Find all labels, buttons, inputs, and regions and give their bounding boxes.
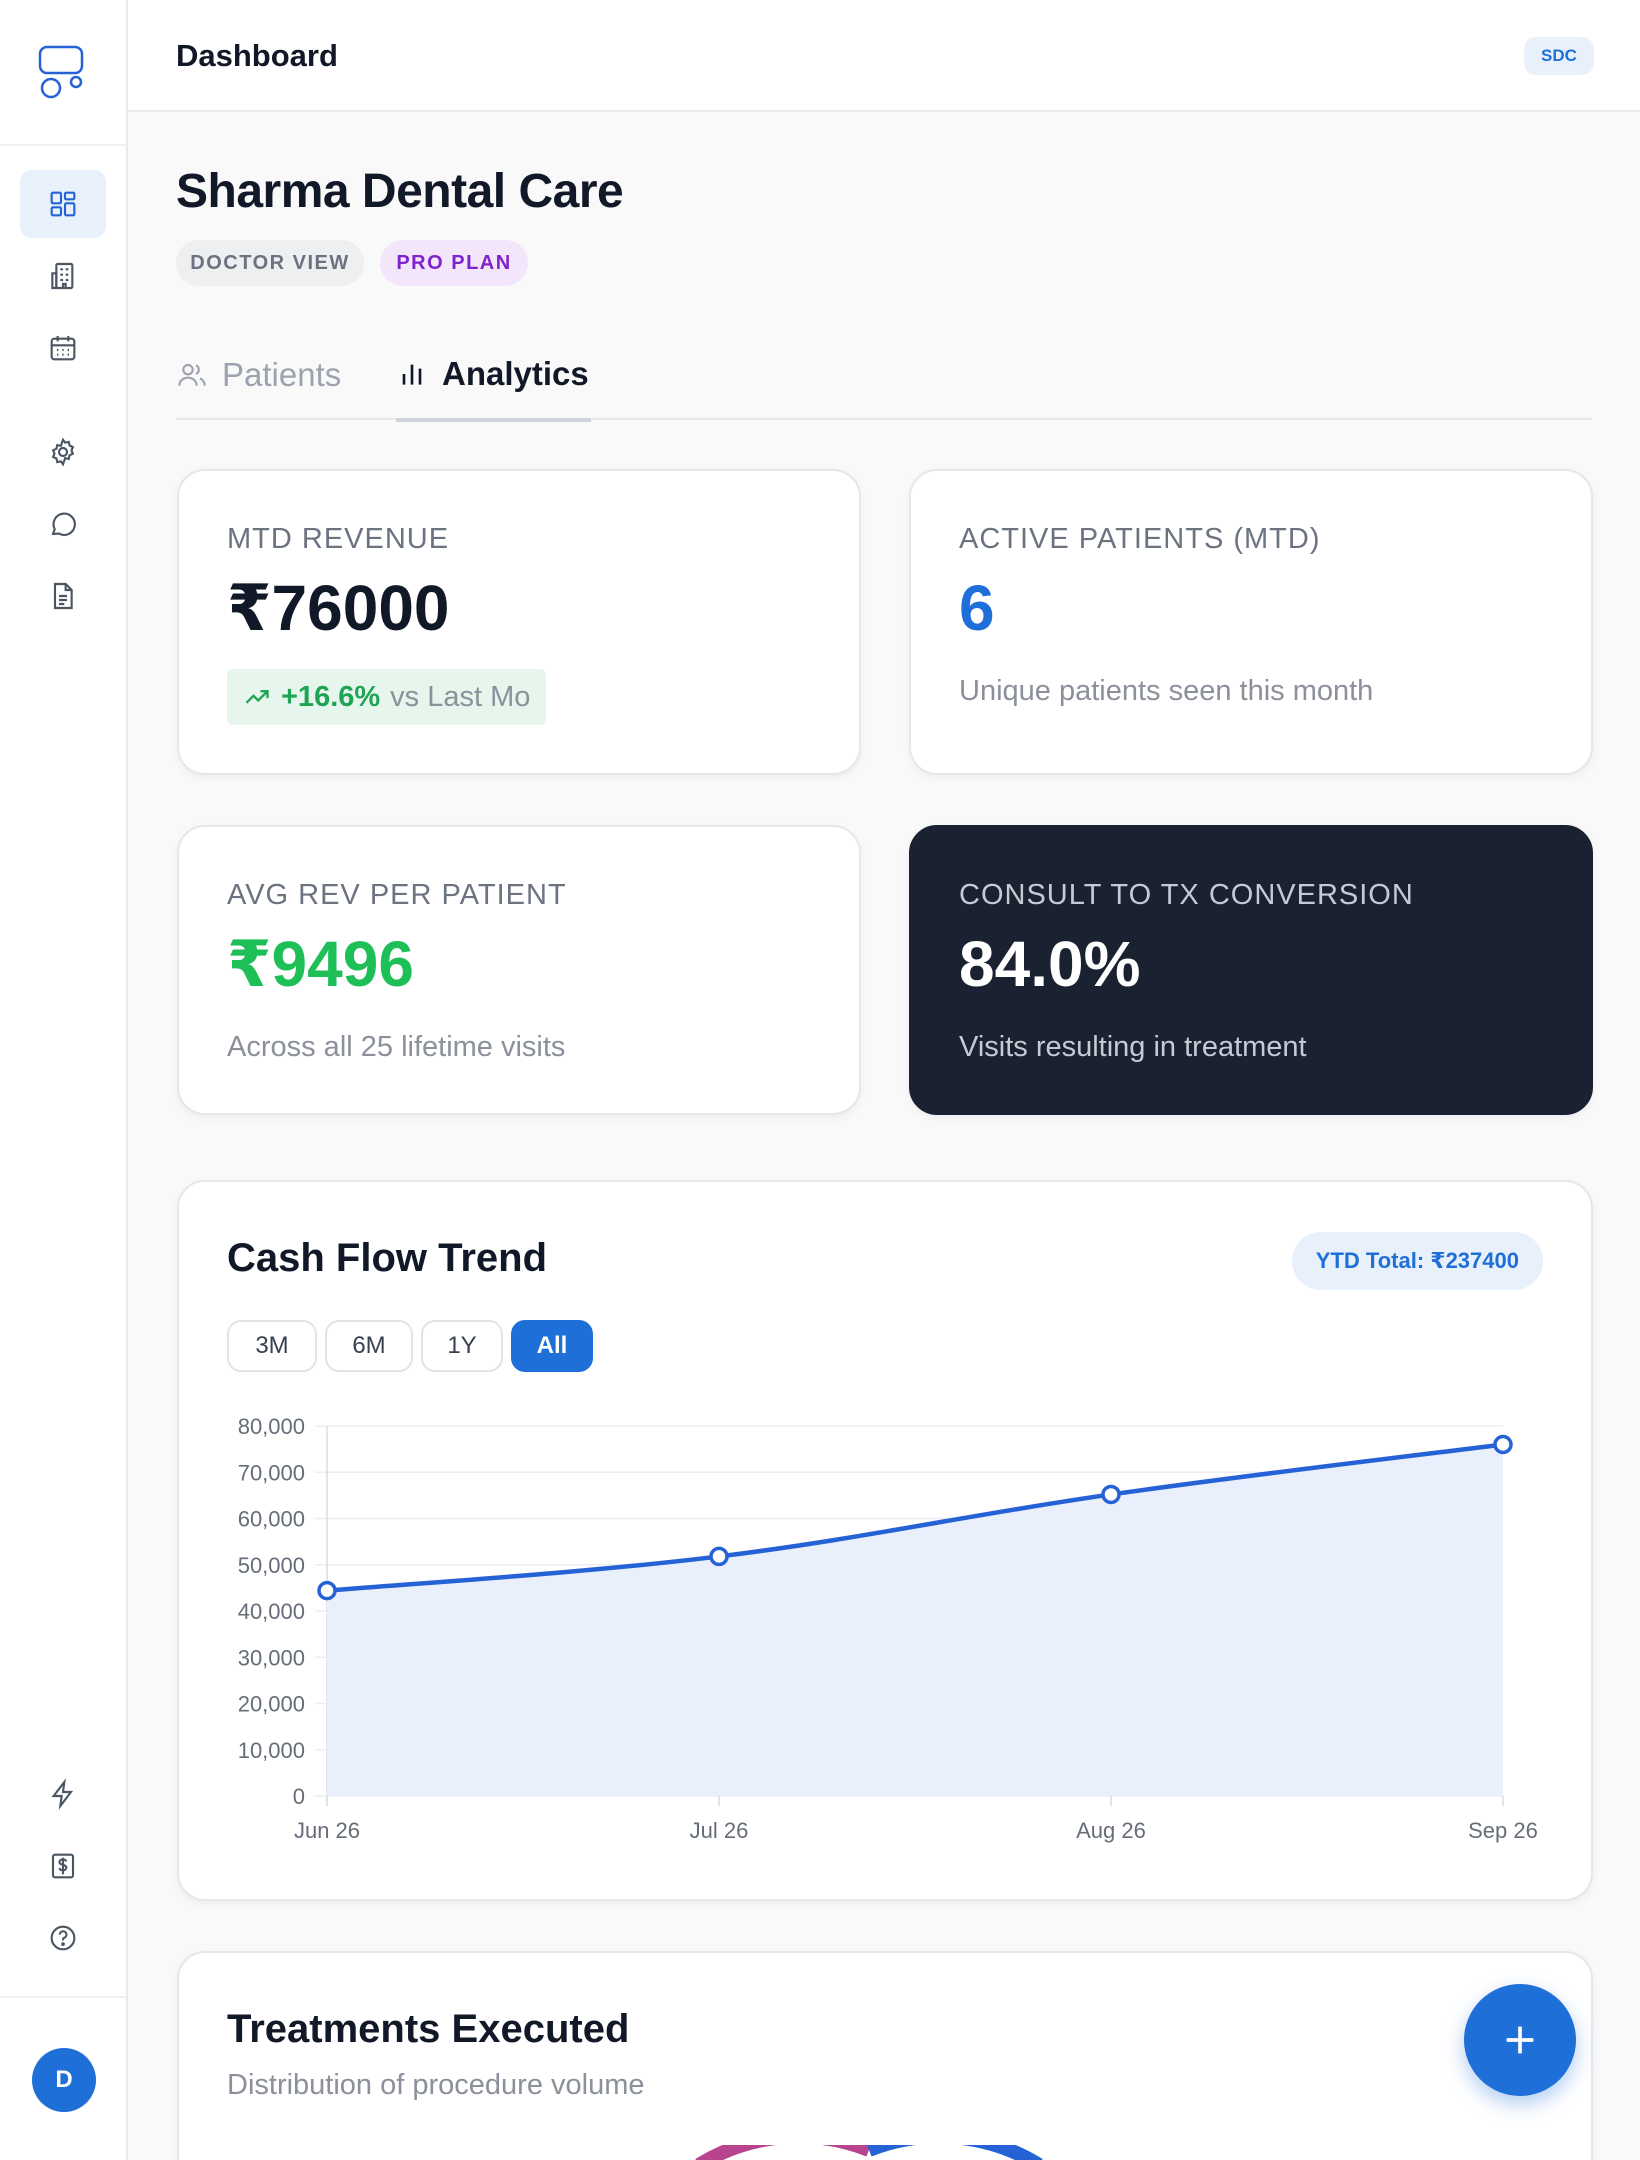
sidebar-item-reports[interactable] bbox=[20, 562, 106, 630]
kpi-label: AVG REV PER PATIENT bbox=[227, 879, 567, 911]
sidebar-item-messages[interactable] bbox=[20, 490, 106, 558]
sidebar-item-automations[interactable] bbox=[20, 1760, 106, 1828]
y-tick-label: 20,000 bbox=[238, 1692, 305, 1717]
page-title: Sharma Dental Care bbox=[176, 165, 624, 218]
billing-icon bbox=[51, 1853, 75, 1879]
x-tick-label: Aug 26 bbox=[1076, 1818, 1146, 1843]
lightning-icon bbox=[51, 1778, 74, 1810]
kpi-card-active-patients: ACTIVE PATIENTS (MTD) 6 Unique patients … bbox=[909, 469, 1593, 775]
y-tick-label: 60,000 bbox=[238, 1507, 305, 1532]
sidebar-item-calendar[interactable] bbox=[20, 314, 106, 382]
gear-icon bbox=[51, 437, 75, 467]
plan-pill: PRO PLAN bbox=[380, 240, 528, 286]
plus-icon bbox=[1506, 2026, 1534, 2054]
sidebar-item-settings[interactable] bbox=[20, 418, 106, 486]
y-tick-label: 40,000 bbox=[238, 1599, 305, 1624]
y-tick-label: 30,000 bbox=[238, 1645, 305, 1670]
y-tick-label: 50,000 bbox=[238, 1553, 305, 1578]
cashflow-card: Cash Flow Trend YTD Total: ₹237400 3M 6M… bbox=[177, 1180, 1593, 1901]
kpi-value: ₹9496 bbox=[227, 928, 414, 1000]
view-pill: DOCTOR VIEW bbox=[176, 240, 364, 286]
bar-chart-icon bbox=[402, 364, 422, 385]
users-icon bbox=[178, 363, 206, 386]
data-point bbox=[709, 1546, 729, 1567]
trending-up-icon bbox=[245, 690, 269, 704]
treatments-subtitle: Distribution of procedure volume bbox=[227, 2069, 645, 2101]
help-icon bbox=[50, 1925, 76, 1951]
kpi-card-avg-revenue: AVG REV PER PATIENT ₹9496 Across all 25 … bbox=[177, 825, 861, 1115]
treatments-title: Treatments Executed bbox=[227, 2007, 630, 2051]
data-point bbox=[317, 1580, 337, 1601]
building-icon bbox=[51, 262, 74, 290]
chat-icon bbox=[51, 512, 76, 537]
org-badge[interactable]: SDC bbox=[1524, 37, 1594, 75]
treatments-donut-chart bbox=[695, 2145, 1043, 2160]
kpi-subtext: Across all 25 lifetime visits bbox=[227, 1031, 566, 1063]
data-point bbox=[1101, 1484, 1121, 1505]
y-tick-label: 10,000 bbox=[238, 1738, 305, 1763]
series-area bbox=[327, 1444, 1503, 1796]
sidebar-footer: D bbox=[0, 1996, 126, 2160]
sidebar-item-dashboard[interactable] bbox=[20, 170, 106, 238]
sidebar: D bbox=[0, 0, 128, 2160]
kpi-card-revenue: MTD REVENUE ₹76000 +16.6% vs Last Mo bbox=[177, 469, 861, 775]
kpi-value: ₹76000 bbox=[227, 572, 450, 644]
trend-text: vs Last Mo bbox=[390, 680, 531, 713]
kpi-subtext: Visits resulting in treatment bbox=[959, 1031, 1307, 1063]
y-axis-ticks: 0 10,000 20,000 30,000 40,000 50,000 60,000 70,… bbox=[238, 1414, 305, 1809]
kpi-value: 6 bbox=[959, 572, 995, 644]
y-tick-label: 80,000 bbox=[238, 1414, 305, 1439]
kpi-card-conversion: CONSULT TO TX CONVERSION 84.0% Visits re… bbox=[909, 825, 1593, 1115]
avatar[interactable]: D bbox=[32, 2048, 96, 2112]
sidebar-item-help[interactable] bbox=[20, 1904, 106, 1972]
y-tick-label: 0 bbox=[293, 1784, 305, 1809]
trend-percent: +16.6% bbox=[281, 680, 381, 713]
logo-icon bbox=[38, 45, 84, 99]
x-tick-label: Sep 26 bbox=[1468, 1818, 1538, 1843]
document-icon bbox=[53, 582, 73, 610]
kpi-label: MTD REVENUE bbox=[227, 523, 450, 555]
data-point bbox=[1493, 1434, 1513, 1455]
kpi-value: 84.0% bbox=[959, 928, 1141, 1000]
trend-chip: +16.6% vs Last Mo bbox=[227, 669, 547, 725]
x-tick-label: Jul 26 bbox=[690, 1818, 749, 1843]
treatments-card: Treatments Executed Distribution of proc… bbox=[177, 1951, 1593, 2160]
app-logo[interactable] bbox=[0, 0, 126, 146]
tab-patients-label: Patients bbox=[222, 356, 342, 393]
kpi-label: CONSULT TO TX CONVERSION bbox=[959, 879, 1414, 911]
tab-analytics[interactable]: Analytics bbox=[396, 330, 591, 422]
kpi-label: ACTIVE PATIENTS (MTD) bbox=[959, 523, 1321, 555]
x-axis-ticks: Jun 26 Jul 26 Aug 26 Sep 26 bbox=[294, 1818, 1538, 1843]
sidebar-item-billing[interactable] bbox=[20, 1832, 106, 1900]
kpi-subtext: Unique patients seen this month bbox=[959, 675, 1374, 707]
add-fab-button[interactable] bbox=[1464, 1984, 1576, 2096]
x-tick-label: Jun 26 bbox=[294, 1818, 360, 1843]
tab-analytics-label: Analytics bbox=[442, 355, 589, 392]
cashflow-chart: 0 10,000 20,000 30,000 40,000 50,000 60,000 70,… bbox=[238, 1414, 1538, 1843]
y-tick-label: 70,000 bbox=[238, 1460, 305, 1485]
sidebar-item-clinics[interactable] bbox=[20, 242, 106, 310]
top-header: Dashboard SDC bbox=[128, 0, 1640, 112]
tab-patients[interactable]: Patients bbox=[176, 330, 341, 420]
dashboard-icon bbox=[50, 191, 76, 217]
tab-bar: Patients Analytics bbox=[176, 330, 1592, 422]
calendar-icon bbox=[50, 336, 76, 361]
header-title: Dashboard bbox=[176, 38, 338, 73]
